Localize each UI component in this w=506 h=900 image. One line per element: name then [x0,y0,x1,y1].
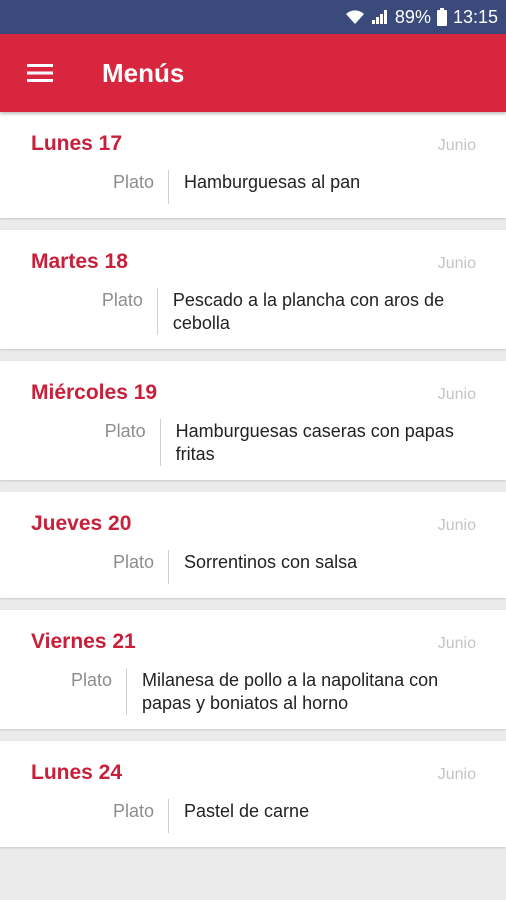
dish-name: Pastel de carne [184,801,310,821]
menu-day: Miércoles 19 [31,381,158,404]
dish-label: Plato [31,288,158,335]
dish-name: Hamburguesas al pan [184,172,361,192]
menu-month: Junio [437,137,476,154]
dish-name: Milanesa de pollo a la napolitana con pa… [141,670,439,713]
menu-month: Junio [437,766,476,783]
menu-month: Junio [437,517,476,534]
menu-card[interactable]: Jueves 20 Junio Plato Sorrentinos con sa… [0,492,506,598]
dish-name: Pescado a la plancha con aros de cebolla [172,290,445,333]
menu-list: Lunes 17 Junio Plato Hamburguesas al pan… [0,112,506,847]
menu-day: Jueves 20 [31,512,132,535]
menu-card[interactable]: Lunes 24 Junio Plato Pastel de carne [0,741,506,847]
menu-month: Junio [437,635,476,652]
menu-day: Viernes 21 [31,630,136,653]
menu-day: Lunes 24 [31,761,123,784]
battery-icon [436,8,447,26]
menu-card[interactable]: Lunes 17 Junio Plato Hamburguesas al pan [0,112,506,218]
battery-percentage: 89% [394,6,431,27]
dish-label: Plato [31,799,169,833]
menu-card[interactable]: Miércoles 19 Junio Plato Hamburguesas ca… [0,361,506,480]
menu-day: Martes 18 [31,250,128,273]
hamburger-menu-icon[interactable] [20,53,60,93]
clock: 13:15 [452,6,498,27]
menu-card[interactable]: Viernes 21 Junio Plato Milanesa de pollo… [0,610,506,729]
menu-month: Junio [437,386,476,403]
menu-day: Lunes 17 [31,132,123,155]
dish-label: Plato [31,550,169,584]
dish-label: Plato [31,419,161,466]
status-bar: 89% 13:15 [0,0,506,34]
menu-card[interactable]: Martes 18 Junio Plato Pescado a la planc… [0,230,506,349]
dish-label: Plato [31,170,169,204]
menu-month: Junio [437,255,476,272]
dish-label: Plato [31,668,127,715]
wifi-icon [345,9,365,25]
app-bar: Menús [0,34,506,112]
dish-name: Hamburguesas caseras con papas fritas [175,421,454,464]
dish-name: Sorrentinos con salsa [184,552,358,572]
page-title: Menús [102,57,185,88]
signal-icon [371,9,389,25]
